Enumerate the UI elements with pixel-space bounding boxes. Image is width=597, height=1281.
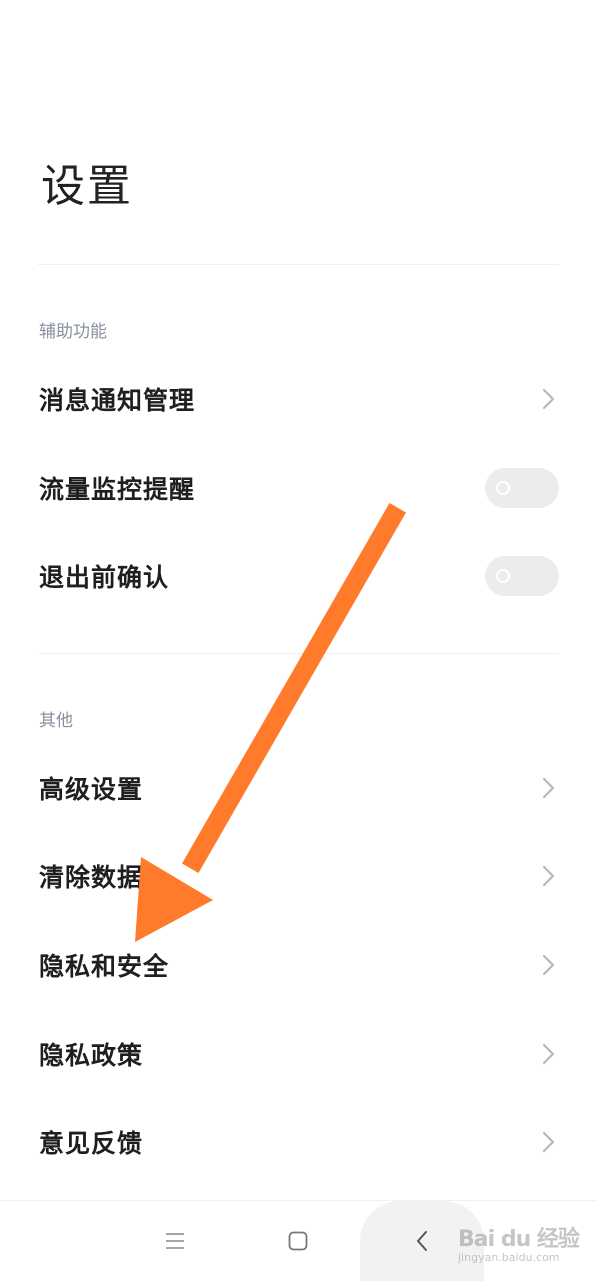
back-icon <box>417 1231 427 1251</box>
row-label: 流量监控提醒 <box>39 475 196 504</box>
divider <box>38 264 559 265</box>
baidu-jingyan-watermark: Bai du 经验 jingyan.baidu.com <box>458 1215 588 1270</box>
settings-row-privacy-security[interactable]: 隐私和安全 <box>0 921 597 1009</box>
chevron-right-icon <box>542 865 555 887</box>
row-label: 高级设置 <box>39 775 144 804</box>
chevron-right-icon <box>542 777 555 799</box>
home-icon <box>288 1231 308 1251</box>
chevron-right-icon <box>542 954 555 976</box>
toggle-knob <box>496 569 510 583</box>
settings-row-clear-data[interactable]: 清除数据 <box>0 832 597 920</box>
section-header-other: 其他 <box>39 711 73 731</box>
chevron-right-icon <box>542 388 555 410</box>
row-label: 消息通知管理 <box>39 386 196 415</box>
settings-row-notification-management[interactable]: 消息通知管理 <box>0 355 597 443</box>
traffic-monitor-toggle[interactable] <box>485 468 559 508</box>
watermark-logo: Bai du 经验 <box>458 1227 580 1252</box>
divider <box>38 653 559 654</box>
toggle-knob <box>496 481 510 495</box>
row-label: 意见反馈 <box>39 1129 144 1158</box>
chevron-right-icon <box>542 1131 555 1153</box>
row-label: 退出前确认 <box>39 563 170 592</box>
settings-row-exit-confirm: 退出前确认 <box>0 532 597 620</box>
back-button[interactable] <box>405 1201 439 1281</box>
section-header-accessibility: 辅助功能 <box>39 322 107 342</box>
settings-row-traffic-monitor: 流量监控提醒 <box>0 444 597 532</box>
chevron-right-icon <box>542 1043 555 1065</box>
row-label: 清除数据 <box>39 863 144 892</box>
page-title: 设置 <box>41 161 133 212</box>
menu-icon <box>166 1233 184 1249</box>
settings-row-advanced[interactable]: 高级设置 <box>0 744 597 832</box>
settings-row-feedback[interactable]: 意见反馈 <box>0 1098 597 1186</box>
watermark-url: jingyan.baidu.com <box>458 1251 560 1264</box>
menu-button[interactable] <box>160 1201 190 1281</box>
home-button[interactable] <box>282 1201 314 1281</box>
row-label: 隐私和安全 <box>39 952 170 981</box>
exit-confirm-toggle[interactable] <box>485 556 559 596</box>
settings-row-privacy-policy[interactable]: 隐私政策 <box>0 1010 597 1098</box>
row-label: 隐私政策 <box>39 1041 144 1070</box>
